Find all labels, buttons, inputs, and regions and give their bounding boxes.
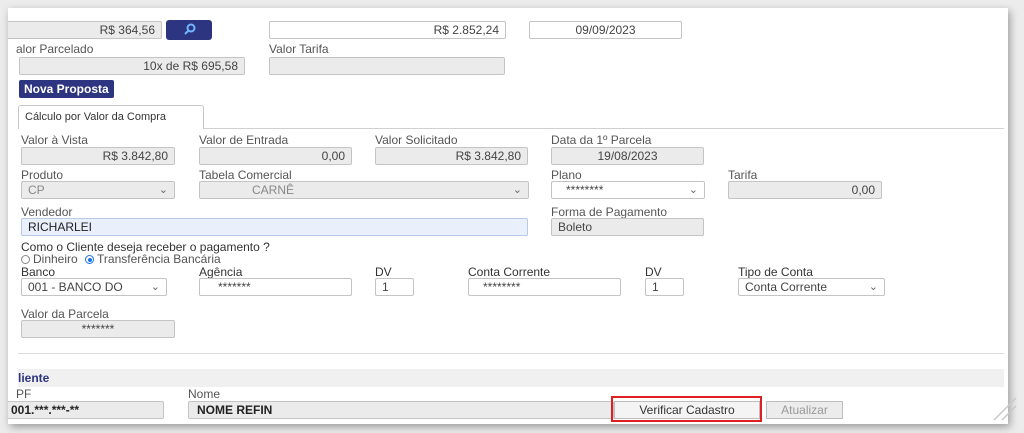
valor-solicitado-label: Valor Solicitado (375, 133, 458, 147)
cliente-section-header: liente (18, 369, 1004, 387)
valor-solicitado-field: R$ 3.842,80 (375, 147, 528, 165)
valor-parcela-field: ******* (21, 320, 175, 338)
agencia-field[interactable]: ******* (199, 278, 352, 296)
magnifier-icon (184, 23, 196, 35)
tipo-conta-value: Conta Corrente (745, 280, 828, 294)
section-divider (18, 353, 1004, 354)
top-date-field[interactable]: 09/09/2023 (529, 21, 682, 39)
forma-pagamento-field: Boleto (551, 218, 704, 236)
valor-parcelado-field: 10x de R$ 695,58 (19, 57, 245, 75)
dv2-field[interactable]: 1 (645, 278, 684, 296)
proposal-form: R$ 364,56 R$ 2.852,24 09/09/2023 alor Pa… (8, 8, 1008, 424)
produto-value: CP (28, 183, 45, 197)
tarifa-field: 0,00 (728, 181, 882, 199)
banco-value: 001 - BANCO DO (28, 280, 123, 294)
valor-vista-field: R$ 3.842,80 (21, 147, 175, 165)
plano-select[interactable]: ******** ⌄ (551, 181, 705, 199)
chevron-down-icon: ⌄ (868, 281, 878, 293)
chevron-down-icon: ⌄ (158, 184, 168, 196)
nome-field: NOME REFIN (188, 401, 614, 419)
tabela-comercial-select[interactable]: CARNÊ ⌄ (199, 181, 529, 199)
banco-select[interactable]: 001 - BANCO DO ⌄ (21, 278, 167, 296)
valor-tarifa-label: Valor Tarifa (269, 42, 329, 56)
radio-dinheiro-label: Dinheiro (33, 252, 78, 266)
resize-grip-icon[interactable] (988, 392, 1020, 424)
tabela-comercial-value: CARNÊ (252, 183, 295, 197)
radio-transferencia-label: Transferência Bancária (97, 252, 221, 266)
vendedor-field[interactable]: RICHARLEI (21, 218, 528, 236)
nova-proposta-button[interactable]: Nova Proposta (19, 80, 114, 98)
cpf-field: 001.***.***-** (8, 401, 164, 419)
tab-divider (204, 128, 1004, 129)
valor-vista-label: Valor à Vista (21, 133, 88, 147)
valor-parcelado-label: alor Parcelado (16, 42, 94, 56)
top-value-field[interactable]: R$ 364,56 (8, 21, 162, 39)
valor-entrada-field: 0,00 (199, 147, 352, 165)
plano-value: ******** (566, 183, 604, 197)
highlight-box (611, 396, 762, 422)
data-parcela-field: 19/08/2023 (551, 147, 704, 165)
dv1-field[interactable]: 1 (375, 278, 414, 296)
cpf-label: PF (16, 387, 32, 401)
search-button[interactable] (166, 20, 212, 40)
valor-entrada-label: Valor de Entrada (199, 133, 289, 147)
data-parcela-label: Data da 1º Parcela (551, 133, 652, 147)
tab-calculo-valor-compra[interactable]: Cálculo por Valor da Compra (18, 105, 204, 129)
chevron-down-icon: ⌄ (688, 184, 698, 196)
radio-selected-icon (85, 255, 95, 264)
top-total-field[interactable]: R$ 2.852,24 (269, 21, 506, 39)
radio-transferencia[interactable]: Transferência Bancária (85, 252, 221, 266)
radio-dinheiro[interactable]: Dinheiro (21, 252, 78, 266)
valor-tarifa-field (269, 57, 505, 75)
chevron-down-icon: ⌄ (512, 184, 522, 196)
conta-corrente-field[interactable]: ******** (468, 278, 621, 296)
nome-label: Nome (188, 387, 221, 401)
radio-circle-icon (21, 255, 30, 264)
atualizar-button[interactable]: Atualizar (766, 401, 843, 419)
tipo-conta-select[interactable]: Conta Corrente ⌄ (738, 278, 885, 296)
produto-select[interactable]: CP ⌄ (21, 181, 175, 199)
chevron-down-icon: ⌄ (150, 281, 160, 293)
